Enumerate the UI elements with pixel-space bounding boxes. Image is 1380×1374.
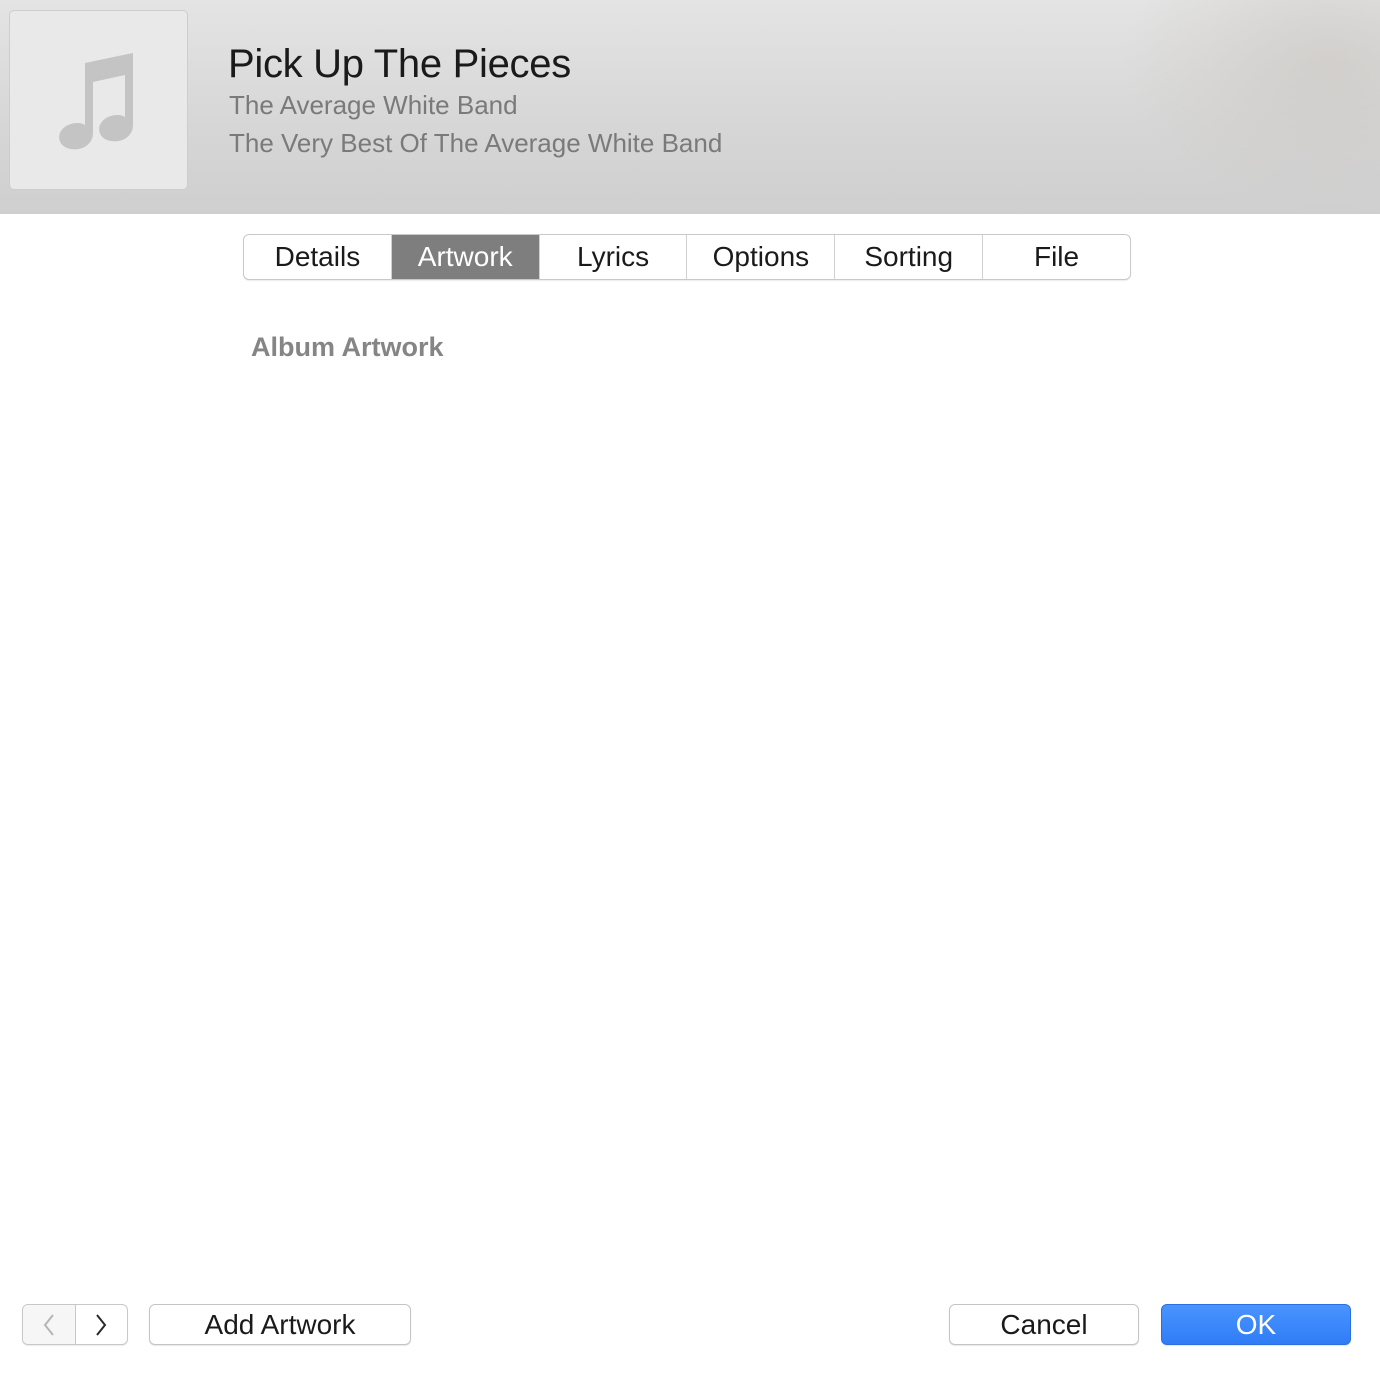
cancel-button[interactable]: Cancel xyxy=(949,1304,1139,1345)
track-navigation xyxy=(22,1304,128,1345)
tab-options[interactable]: Options xyxy=(687,235,836,279)
song-title: Pick Up The Pieces xyxy=(228,42,571,86)
previous-track-button[interactable] xyxy=(23,1305,76,1344)
song-album: The Very Best Of The Average White Band xyxy=(229,128,723,158)
music-note-icon xyxy=(58,53,133,150)
artwork-thumbnail xyxy=(9,10,188,190)
next-track-button[interactable] xyxy=(76,1305,128,1344)
tab-file[interactable]: File xyxy=(983,235,1130,279)
chevron-right-icon xyxy=(96,1313,107,1336)
ok-button[interactable]: OK xyxy=(1161,1304,1351,1345)
tab-bar: Details Artwork Lyrics Options Sorting F… xyxy=(243,234,1131,280)
add-artwork-button[interactable]: Add Artwork xyxy=(149,1304,411,1345)
tab-lyrics[interactable]: Lyrics xyxy=(540,235,688,279)
tab-sorting[interactable]: Sorting xyxy=(835,235,984,279)
song-artist: The Average White Band xyxy=(229,90,518,120)
tab-artwork[interactable]: Artwork xyxy=(391,235,540,279)
tab-details[interactable]: Details xyxy=(244,235,392,279)
song-header: Pick Up The Pieces The Average White Ban… xyxy=(0,0,1380,214)
get-info-window: Pick Up The Pieces The Average White Ban… xyxy=(0,0,1380,1374)
chevron-left-icon xyxy=(43,1313,54,1336)
album-artwork-label: Album Artwork xyxy=(251,332,444,362)
